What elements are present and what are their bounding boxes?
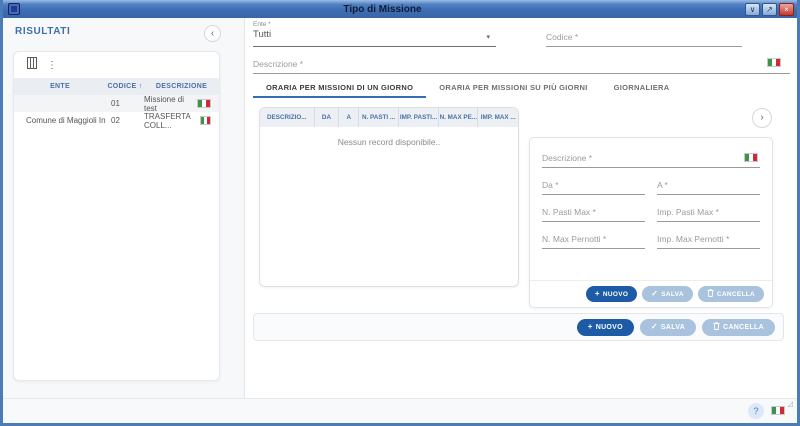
form-button-bar: + NUOVO ✓ SALVA CANCELLA [530,280,772,307]
trash-icon [713,322,720,332]
column-header-ente[interactable]: ENTE [14,83,106,90]
close-button[interactable]: × [779,3,794,16]
collapse-panel-button[interactable]: ‹ [204,25,221,42]
salva-button[interactable]: ✓ SALVA [640,319,696,336]
records-grid-header: DESCRIZIO... DA A N. PASTI ... IMP. PAST… [260,108,518,127]
detail-form: + NUOVO ✓ SALVA CANCELLA [529,137,773,308]
trash-icon [707,289,714,299]
tab-oraria-un-giorno[interactable]: ORARIA PER MISSIONI DI UN GIORNO [253,79,426,98]
grid-col-a[interactable]: A [339,108,359,127]
expand-detail-button[interactable]: › [752,108,772,128]
grid-col-imp-pasti[interactable]: IMP. PASTI... [399,108,439,127]
status-footer: ◿ ? [3,398,797,423]
form-salva-button[interactable]: ✓ SALVA [642,286,693,302]
form-imp-pasti-input[interactable] [657,205,760,222]
sort-arrow-icon: ↑ [139,83,143,90]
check-icon: ✓ [651,323,658,331]
help-button[interactable]: ? [748,403,764,419]
chevron-right-icon: › [760,112,763,123]
grid-col-n-max-pernotti[interactable]: N. MAX PE... [439,108,479,127]
app-icon [8,3,20,15]
descrizione-filter-input[interactable] [253,57,790,74]
results-header-row: ENTE CODICE ↑ DESCRIZIONE [14,78,219,95]
codice-input[interactable] [546,30,742,47]
window-title: Tipo di Missione [20,4,745,15]
form-cancella-button[interactable]: CANCELLA [698,286,764,302]
check-icon: ✓ [651,290,658,298]
close-icon: × [784,5,789,14]
grid-col-n-pasti[interactable]: N. PASTI ... [359,108,399,127]
ente-select[interactable]: Ente * Tutti ▾ [253,21,496,47]
plus-icon: + [588,323,593,331]
app-window: Tipo di Missione ∨ ↗ × RISULTATI ‹ ⋮ [0,0,800,426]
records-grid: DESCRIZIO... DA A N. PASTI ... IMP. PAST… [259,107,519,287]
grid-col-imp-max-pernotti[interactable]: IMP. MAX ... [478,108,518,127]
resize-grip-icon[interactable]: ◿ [788,400,793,408]
italy-flag-icon [200,116,211,125]
minimize-icon: ∨ [750,5,756,14]
form-a-input[interactable] [657,178,760,195]
maximize-button[interactable]: ↗ [762,3,777,16]
form-descrizione-input[interactable] [542,151,760,168]
results-card: ⋮ ENTE CODICE ↑ DESCRIZIONE 01 Missione … [13,51,220,381]
ente-select-value: Tutti [253,29,496,40]
plus-icon: + [595,290,600,298]
row-descrizione: Missione di test [144,95,197,113]
detail-area: Ente * Tutti ▾ ORARIA PER MISSIONI DI UN… [246,18,797,398]
row-descrizione: TRASFERTA COLL... [144,112,200,130]
more-menu-icon[interactable]: ⋮ [47,60,57,71]
maximize-icon: ↗ [766,5,773,14]
ente-select-label: Ente * [253,21,496,28]
nuovo-button[interactable]: + NUOVO [577,319,634,336]
italy-flag-icon [197,99,211,108]
title-bar: Tipo di Missione ∨ ↗ × [3,0,797,18]
minimize-button[interactable]: ∨ [745,3,760,16]
results-panel-title: RISULTATI [15,26,70,37]
italy-flag-icon[interactable] [767,58,781,67]
empty-records-message: Nessun record disponibile.. [260,137,518,147]
tab-giornaliera[interactable]: GIORNALIERA [601,79,683,98]
main-button-bar: + NUOVO ✓ SALVA CANCELLA [253,313,784,341]
column-header-codice[interactable]: CODICE ↑ [106,83,144,90]
form-imp-pernotti-input[interactable] [657,232,760,249]
grid-col-descrizione[interactable]: DESCRIZIO... [260,108,315,127]
mission-type-tabs: ORARIA PER MISSIONI DI UN GIORNO ORARIA … [253,79,682,98]
results-panel: RISULTATI ‹ ⋮ ENTE CODICE ↑ DES [3,18,245,398]
results-toolbar: ⋮ [14,52,219,78]
chevron-left-icon: ‹ [211,28,214,39]
form-n-pasti-input[interactable] [542,205,645,222]
italy-flag-icon[interactable] [771,406,785,415]
table-row[interactable]: Comune di Maggioli Inf... 02 TRASFERTA C… [14,112,219,129]
column-header-descrizione[interactable]: DESCRIZIONE [144,83,219,90]
app-body: RISULTATI ‹ ⋮ ENTE CODICE ↑ DES [3,18,797,423]
cancella-button[interactable]: CANCELLA [702,319,775,336]
form-da-input[interactable] [542,178,645,195]
form-nuovo-button[interactable]: + NUOVO [586,286,637,302]
column-chooser-icon[interactable] [27,56,37,74]
tab-oraria-piu-giorni[interactable]: ORARIA PER MISSIONI SU PIÙ GIORNI [426,79,600,98]
table-row[interactable]: 01 Missione di test [14,95,219,112]
form-n-pernotti-input[interactable] [542,232,645,249]
question-icon: ? [753,406,758,416]
chevron-down-icon: ▾ [486,33,490,41]
grid-col-da[interactable]: DA [315,108,340,127]
italy-flag-icon[interactable] [744,153,758,162]
